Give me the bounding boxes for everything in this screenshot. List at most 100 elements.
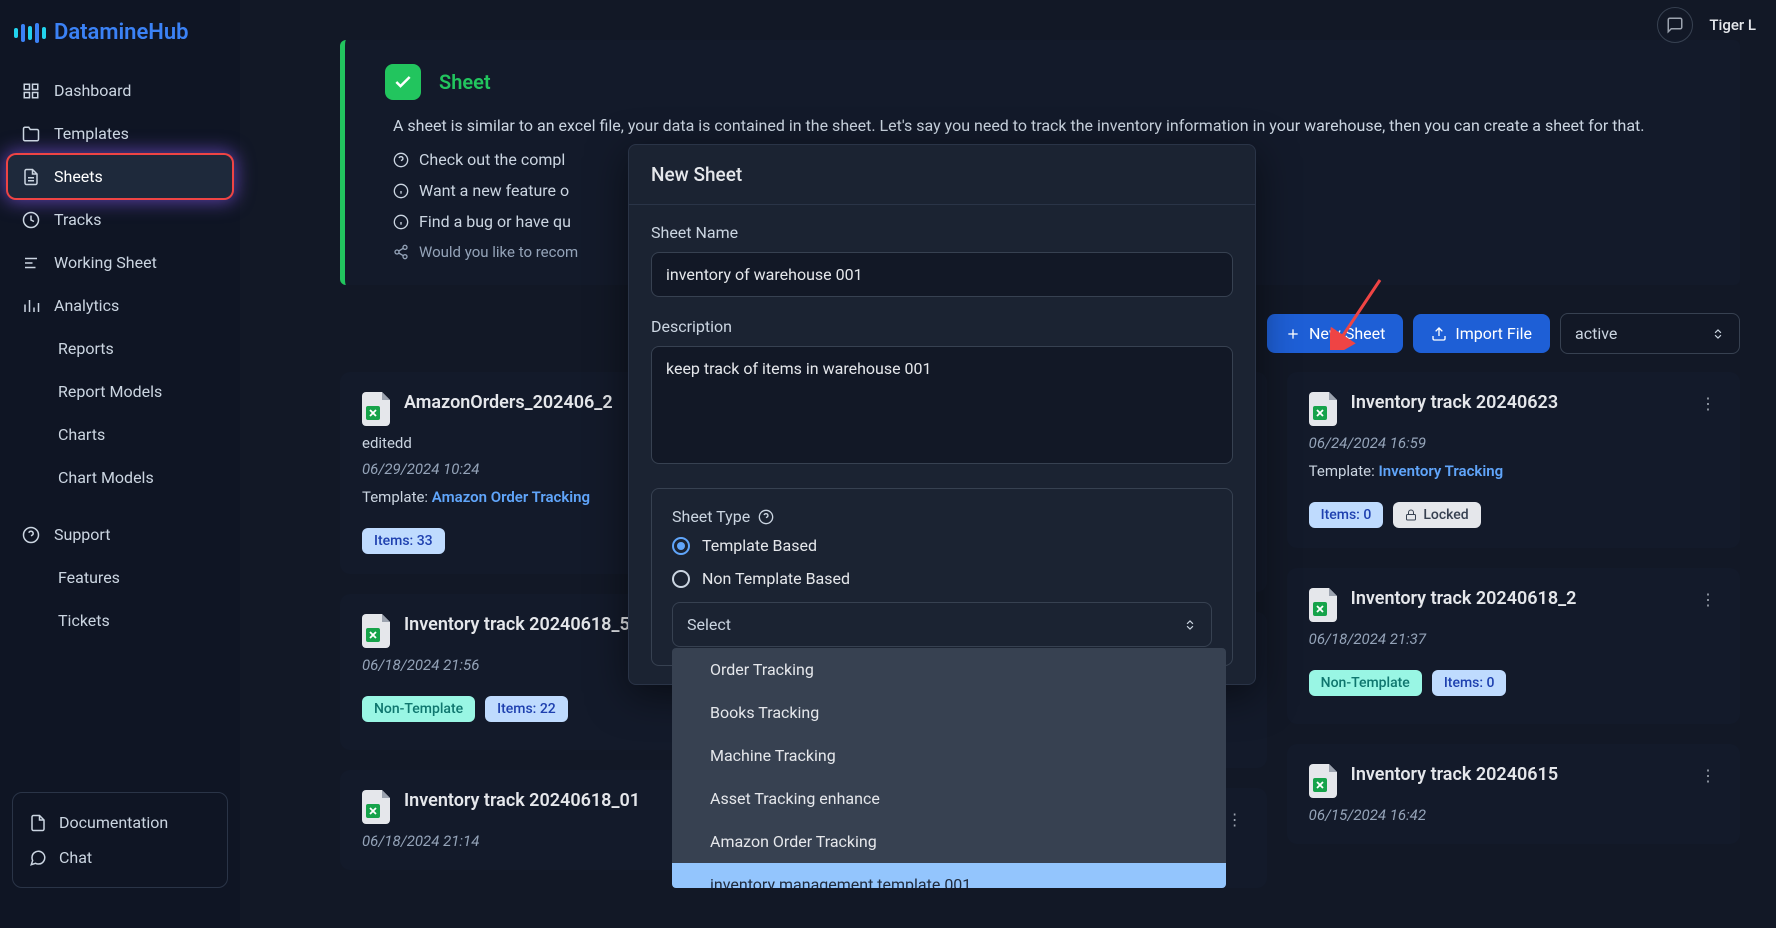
grid-icon <box>22 82 40 100</box>
modal-title: New Sheet <box>629 145 1255 205</box>
doc-icon <box>29 814 47 832</box>
sidebar-sub-report-models[interactable]: Report Models <box>8 370 232 413</box>
card-title: Inventory track 20240618_2 <box>1351 588 1577 609</box>
list-icon <box>22 254 40 272</box>
card-template: Template: Inventory Tracking <box>1309 462 1718 480</box>
status-filter-select[interactable]: active <box>1560 313 1740 354</box>
clock-icon <box>22 211 40 229</box>
help-icon[interactable] <box>1657 7 1693 43</box>
sidebar-item-working-sheet[interactable]: Working Sheet <box>8 241 232 284</box>
sidebar-doc-label: Documentation <box>59 813 168 832</box>
excel-icon <box>1309 392 1337 426</box>
sidebar-item-analytics[interactable]: Analytics <box>8 284 232 327</box>
radio-non-template-based[interactable]: Non Template Based <box>672 569 1212 588</box>
card-menu-button[interactable]: ⋮ <box>1692 762 1724 789</box>
items-badge: Items: 22 <box>485 696 568 722</box>
sheet-card[interactable]: Inventory track 20240618_2 06/18/2024 21… <box>1287 568 1740 724</box>
card-title: Inventory track 20240618_01 <box>404 790 640 811</box>
sheet-type-box: Sheet Type Template Based Non Template B… <box>651 488 1233 666</box>
new-sheet-button[interactable]: New Sheet <box>1267 314 1403 353</box>
import-file-button[interactable]: Import File <box>1413 314 1550 353</box>
card-title: Inventory track 20240618_5 <box>404 614 630 635</box>
logo-text: DatamineHub <box>54 20 189 45</box>
template-select[interactable]: Select <box>672 602 1212 647</box>
radio-off-icon <box>672 570 690 588</box>
sidebar-item-label: Sheets <box>54 167 103 186</box>
card-title: Inventory track 20240623 <box>1351 392 1558 413</box>
card-menu-button[interactable]: ⋮ <box>1692 390 1724 417</box>
dropdown-option[interactable]: Asset Tracking enhance <box>672 777 1226 820</box>
upload-icon <box>1431 326 1447 342</box>
items-badge: Items: 33 <box>362 528 445 554</box>
dropdown-option[interactable]: Machine Tracking <box>672 734 1226 777</box>
radio-on-icon <box>672 537 690 555</box>
sidebar-doc-link[interactable]: Documentation <box>25 805 215 840</box>
dropdown-option[interactable]: Amazon Order Tracking <box>672 820 1226 863</box>
card-menu-button[interactable]: ⋮ <box>1692 586 1724 613</box>
sidebar-item-label: Dashboard <box>54 81 131 100</box>
excel-icon <box>362 614 390 648</box>
items-badge: Items: 0 <box>1432 670 1507 696</box>
chart-icon <box>22 297 40 315</box>
sidebar-item-label: Analytics <box>54 296 119 315</box>
sidebar-chat-label: Chat <box>59 848 92 867</box>
card-title: Inventory track 20240615 <box>1351 764 1558 785</box>
radio-template-based[interactable]: Template Based <box>672 536 1212 555</box>
sheet-name-label: Sheet Name <box>651 223 1233 242</box>
template-dropdown: Order Tracking Books Tracking Machine Tr… <box>672 648 1226 888</box>
sidebar-item-support[interactable]: Support <box>8 513 232 556</box>
sheet-card[interactable]: Inventory track 20240623 06/24/2024 16:5… <box>1287 372 1740 548</box>
logo[interactable]: DatamineHub <box>0 10 240 69</box>
sheet-card[interactable]: Inventory track 20240615 06/15/2024 16:4… <box>1287 744 1740 844</box>
locked-badge: Locked <box>1393 502 1480 528</box>
non-template-badge: Non-Template <box>1309 670 1422 696</box>
user-name[interactable]: Tiger L <box>1709 16 1756 34</box>
sidebar-chat-link[interactable]: Chat <box>25 840 215 875</box>
template-link[interactable]: Amazon Order Tracking <box>432 488 590 506</box>
sidebar-item-label: Templates <box>54 124 129 143</box>
sidebar-sub-charts[interactable]: Charts <box>8 413 232 456</box>
card-date: 06/24/2024 16:59 <box>1309 434 1718 452</box>
folder-icon <box>22 125 40 143</box>
sidebar-item-tracks[interactable]: Tracks <box>8 198 232 241</box>
question-icon <box>22 526 40 544</box>
dropdown-option[interactable]: Order Tracking <box>672 648 1226 691</box>
question-circle-icon <box>393 152 409 168</box>
card-date: 06/18/2024 21:37 <box>1309 630 1718 648</box>
chevron-updown-icon <box>1183 618 1197 632</box>
dropdown-option[interactable]: Books Tracking <box>672 691 1226 734</box>
help-circle-icon[interactable] <box>758 509 774 525</box>
chevron-updown-icon <box>1711 327 1725 341</box>
card-title: AmazonOrders_202406_2 <box>404 392 613 413</box>
description-label: Description <box>651 317 1233 336</box>
sidebar-item-label: Working Sheet <box>54 253 157 272</box>
plus-icon <box>1285 326 1301 342</box>
dropdown-option-highlighted[interactable]: inventory management template 001 <box>672 863 1226 888</box>
banner-description: A sheet is similar to an excel file, you… <box>393 114 1712 138</box>
file-icon <box>22 168 40 186</box>
items-badge: Items: 0 <box>1309 502 1384 528</box>
sidebar-sub-reports[interactable]: Reports <box>8 327 232 370</box>
sheet-type-label: Sheet Type <box>672 507 1212 526</box>
card-date: 06/15/2024 16:42 <box>1309 806 1718 824</box>
sidebar-sub-tickets[interactable]: Tickets <box>8 599 232 642</box>
info-circle-icon <box>393 183 409 199</box>
excel-icon <box>362 392 390 426</box>
sidebar-item-templates[interactable]: Templates <box>8 112 232 155</box>
sidebar-item-label: Support <box>54 525 110 544</box>
sidebar-sub-features[interactable]: Features <box>8 556 232 599</box>
template-link[interactable]: Inventory Tracking <box>1378 462 1503 480</box>
new-sheet-modal: New Sheet Sheet Name Description Sheet T… <box>628 144 1256 685</box>
logo-icon <box>14 23 46 43</box>
sidebar: DatamineHub Dashboard Templates Sheets T… <box>0 0 240 928</box>
sheet-name-input[interactable] <box>651 252 1233 297</box>
info-circle-icon <box>393 214 409 230</box>
chat-icon <box>29 849 47 867</box>
check-icon <box>385 64 421 100</box>
sidebar-item-dashboard[interactable]: Dashboard <box>8 69 232 112</box>
sidebar-sub-chart-models[interactable]: Chart Models <box>8 456 232 499</box>
share-icon <box>393 244 409 260</box>
sidebar-item-sheets[interactable]: Sheets <box>8 155 232 198</box>
description-input[interactable] <box>651 346 1233 464</box>
sidebar-bottom-box: Documentation Chat <box>12 792 228 888</box>
